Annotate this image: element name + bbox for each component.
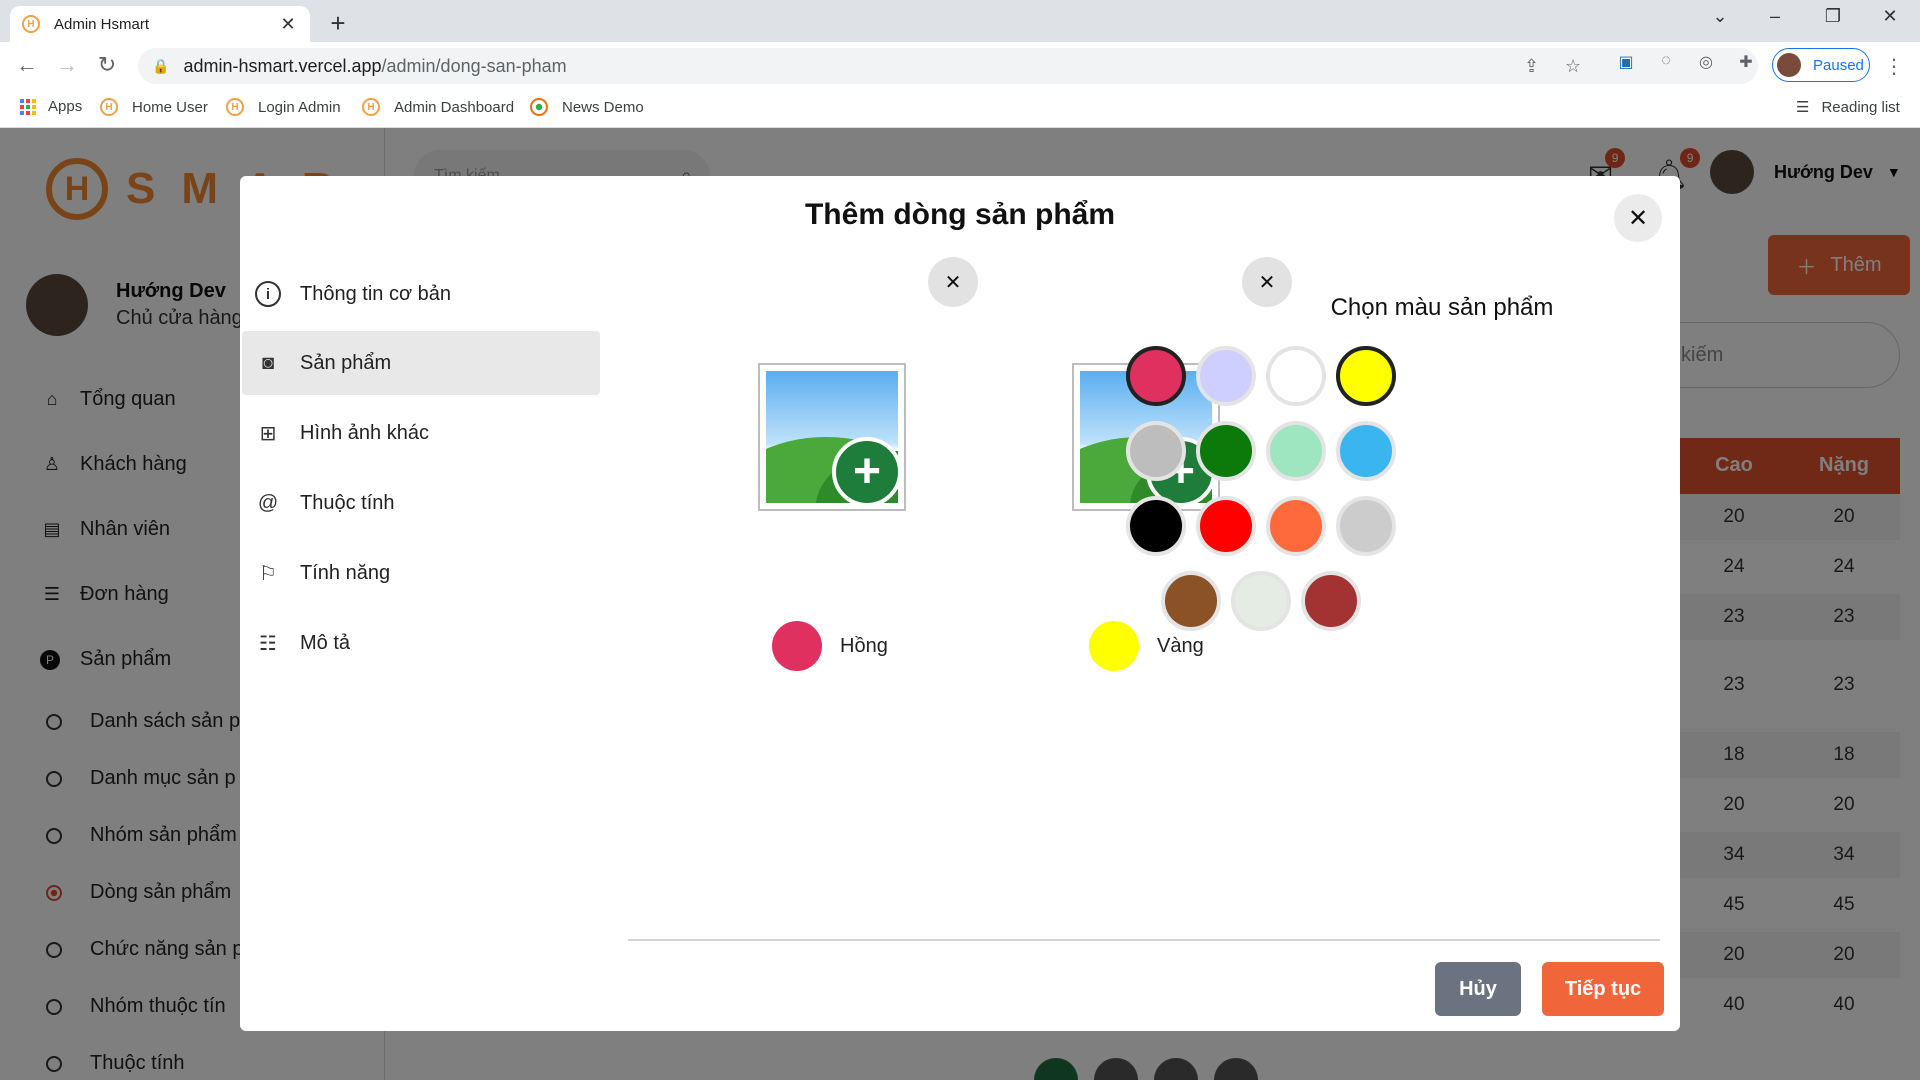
bookmark-label: Login Admin (258, 98, 341, 116)
cancel-button[interactable]: Hủy (1435, 962, 1521, 1016)
remove-variant-button[interactable]: ✕ (928, 257, 978, 307)
variant-color: Hồng (772, 621, 888, 671)
at-icon: @ (257, 491, 279, 514)
variant-color-name: Vàng (1157, 634, 1204, 657)
bookmarks-bar: Apps H Home User H Login Admin H Admin D… (0, 90, 1920, 128)
color-swatch-option[interactable] (1336, 421, 1396, 481)
color-swatch-option[interactable] (1126, 346, 1186, 406)
bookmark-home-user[interactable]: H Home User (100, 98, 208, 116)
info-icon: i (254, 280, 282, 308)
reload-icon[interactable]: ↻ (92, 52, 122, 78)
variant-image-upload[interactable]: + (758, 363, 906, 511)
color-swatch-option[interactable] (1196, 346, 1256, 406)
close-icon: ✕ (1258, 271, 1276, 294)
tab-search-icon[interactable]: ⌄ (1700, 6, 1740, 27)
profile-status: Paused (1813, 56, 1864, 74)
lock-icon: 🔒 (152, 57, 170, 74)
step-attributes[interactable]: @ Thuộc tính (242, 471, 600, 535)
share-icon[interactable]: ⇪ (1524, 56, 1539, 77)
bookmark-label: Home User (132, 98, 208, 116)
browser-menu-icon[interactable]: ⋮ (1884, 54, 1904, 79)
add-product-line-modal: Thêm dòng sản phẩm ✕ i Thông tin cơ bản ◙… (240, 176, 1680, 1031)
color-swatch (772, 621, 822, 671)
close-tab-icon[interactable]: ✕ (278, 14, 298, 35)
window-close-icon[interactable]: ✕ (1870, 6, 1910, 27)
apps-grid-icon (20, 98, 36, 115)
bookmark-label: News Demo (562, 98, 644, 116)
color-swatch-option[interactable] (1126, 421, 1186, 481)
color-swatch (1089, 621, 1139, 671)
variant-color-name: Hồng (840, 634, 888, 657)
camera-icon: ◙ (261, 351, 275, 374)
forward-icon[interactable]: → (52, 52, 82, 78)
step-description[interactable]: ☷ Mô tả (242, 611, 600, 675)
address-bar[interactable]: 🔒 admin-hsmart.vercel.app/admin/dong-san… (138, 48, 1758, 84)
color-swatch-option[interactable] (1126, 496, 1186, 556)
hsmart-favicon-icon: H (362, 98, 380, 116)
bookmark-label: Apps (48, 98, 83, 115)
reading-list-icon: ☰ (1796, 99, 1810, 116)
extension-icon[interactable]: ▣ (1613, 52, 1639, 78)
reading-list[interactable]: ☰ Reading list (1796, 98, 1900, 117)
divider (628, 939, 1660, 941)
profile-button[interactable]: Paused (1772, 48, 1870, 82)
tab-title: Admin Hsmart (54, 15, 150, 33)
color-swatch-option[interactable] (1231, 571, 1291, 631)
news-favicon-icon (530, 98, 548, 116)
color-swatch-option[interactable] (1196, 496, 1256, 556)
browser-tabstrip: H Admin Hsmart ✕ + ⌄ – ❐ ✕ (0, 0, 1920, 42)
new-tab-icon[interactable]: + (322, 8, 354, 39)
restore-icon[interactable]: ❐ (1813, 6, 1853, 27)
url-text: admin-hsmart.vercel.app/admin/dong-san-p… (183, 55, 567, 76)
step-products[interactable]: ◙ Sản phẩm (242, 331, 600, 395)
bookmark-star-icon[interactable]: ☆ (1565, 56, 1581, 77)
hsmart-favicon-icon: H (226, 98, 244, 116)
color-swatch-option[interactable] (1196, 421, 1256, 481)
color-picker-title: Chọn màu sản phẩm (1330, 294, 1554, 321)
modal-title: Thêm dòng sản phẩm (804, 198, 1116, 231)
modal-close-button[interactable]: ✕ (1614, 194, 1662, 242)
bookmark-label: Admin Dashboard (394, 98, 515, 116)
add-image-icon: ⊞ (259, 422, 277, 445)
extension-icon[interactable]: ◎ (1693, 52, 1719, 78)
step-features[interactable]: ⚐ Tính năng (242, 541, 600, 605)
flag-icon: ⚐ (259, 562, 277, 585)
bookmark-news-demo[interactable]: News Demo (530, 98, 644, 116)
close-icon: ✕ (1627, 204, 1649, 232)
color-swatch-option[interactable] (1336, 496, 1396, 556)
browser-tab[interactable]: H Admin Hsmart ✕ (10, 6, 310, 42)
remove-variant-button[interactable]: ✕ (1242, 257, 1292, 307)
minimize-icon[interactable]: – (1755, 6, 1795, 27)
reading-list-label: Reading list (1821, 98, 1900, 116)
hsmart-favicon-icon: H (22, 15, 40, 33)
color-swatch-option[interactable] (1301, 571, 1361, 631)
plus-icon: + (832, 437, 898, 503)
image-placeholder-icon: + (766, 371, 898, 503)
step-other-images[interactable]: ⊞ Hình ảnh khác (242, 401, 600, 465)
step-basic-info[interactable]: i Thông tin cơ bản (242, 262, 600, 326)
hsmart-favicon-icon: H (100, 98, 118, 116)
avatar (1777, 53, 1801, 77)
close-icon: ✕ (944, 271, 962, 294)
continue-button[interactable]: Tiếp tục (1542, 962, 1664, 1016)
color-swatch-option[interactable] (1266, 346, 1326, 406)
color-swatch-option[interactable] (1266, 421, 1326, 481)
puzzle-icon[interactable]: ✚ (1733, 52, 1759, 78)
bookmark-login-admin[interactable]: H Login Admin (226, 98, 341, 116)
back-icon[interactable]: ← (12, 52, 42, 78)
color-swatch-option[interactable] (1161, 571, 1221, 631)
bookmark-admin-dashboard[interactable]: H Admin Dashboard (362, 98, 514, 116)
description-icon: ☷ (259, 632, 277, 655)
color-swatch-option[interactable] (1336, 346, 1396, 406)
color-swatch-option[interactable] (1266, 496, 1326, 556)
browser-toolbar: ← → ↻ 🔒 admin-hsmart.vercel.app/admin/do… (0, 42, 1920, 90)
bookmark-apps[interactable]: Apps (20, 98, 82, 115)
extension-icon[interactable]: ◌ (1653, 52, 1679, 78)
